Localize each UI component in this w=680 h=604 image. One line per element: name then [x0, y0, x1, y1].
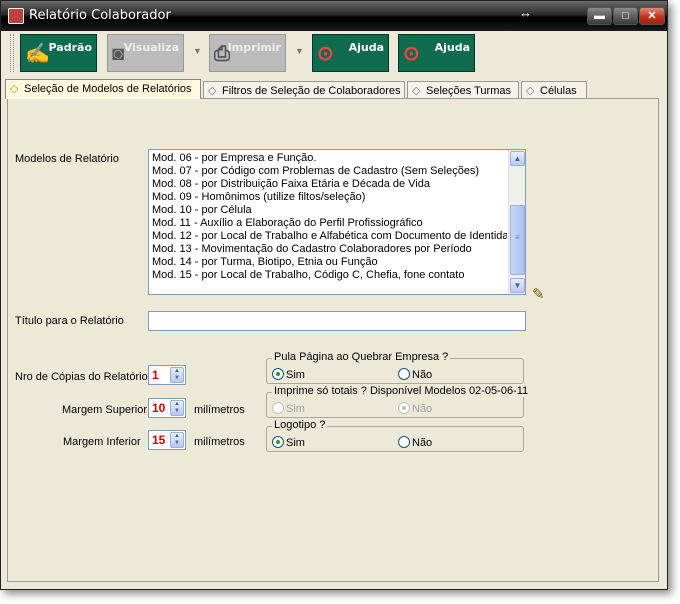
- page-break-no-radio[interactable]: Não: [398, 368, 432, 381]
- models-list: Mod. 06 - por Empresa e Função. Mod. 07 -…: [152, 152, 507, 282]
- logo-yes-radio[interactable]: Sim: [272, 436, 305, 449]
- list-item[interactable]: Mod. 11 - Auxílio a Elaboração do Perfil…: [152, 217, 507, 230]
- report-title-input[interactable]: [148, 311, 526, 331]
- top-margin-label: Margem Superior: [62, 404, 147, 416]
- tab-model-selection[interactable]: ◇ Seleção de Modelos de Relatórios: [5, 79, 201, 99]
- totals-only-no-radio[interactable]: Não: [398, 402, 432, 415]
- list-item[interactable]: Mod. 12 - por Local de Trabalho e Alfabé…: [152, 230, 507, 243]
- list-item[interactable]: Mod. 08 - por Distribuição Faixa Etária …: [152, 178, 507, 191]
- pen-icon: ✍: [25, 43, 50, 65]
- models-listbox[interactable]: Mod. 06 - por Empresa e Função. Mod. 07 -…: [148, 149, 526, 295]
- magnifier-help-icon: ⊙: [403, 43, 420, 65]
- models-label: Modelos de Relatório: [15, 153, 119, 165]
- spin-arrows-icon[interactable]: ▲ ▼: [170, 432, 184, 448]
- print-dropdown-icon[interactable]: ▼: [295, 46, 304, 56]
- toolbar: ✍ Padrão ◙ Visualiza ▼ ⎙ Imprimir ▼ ⊙ Aj…: [7, 32, 661, 76]
- totals-only-title: Imprime só totais ? Disponível Modelos 0…: [272, 385, 531, 397]
- tag-icon: ◇: [10, 83, 19, 95]
- copies-stepper[interactable]: 1 ▲ ▼: [148, 365, 186, 385]
- top-margin-unit: milímetros: [194, 404, 245, 416]
- bottom-margin-label: Margem Inferior: [63, 436, 141, 448]
- preview-dropdown-icon[interactable]: ▼: [193, 46, 202, 56]
- list-item[interactable]: Mod. 14 - por Turma, Biotipo, Etnia ou F…: [152, 256, 507, 269]
- list-item[interactable]: Mod. 06 - por Empresa e Função.: [152, 152, 507, 165]
- spin-arrows-icon[interactable]: ▲ ▼: [170, 367, 184, 383]
- camera-icon: ◙: [112, 43, 125, 65]
- tag-icon: ◇: [412, 85, 421, 97]
- page-break-yes-radio[interactable]: Sim: [272, 368, 305, 381]
- report-window: Relatório Colaborador ↔ ▬ □ ✕ ✍ Padrão ◙…: [0, 0, 668, 590]
- maximize-button[interactable]: □: [613, 7, 638, 25]
- tab-employee-filters[interactable]: ◇ Filtros de Seleção de Colaboradores: [203, 81, 405, 98]
- copies-label: Nro de Cópias do Relatório: [15, 371, 148, 383]
- logo-group: Logotipo ? Sim Não: [266, 419, 524, 452]
- page-break-group: Pula Página ao Quebrar Empresa ? Sim Não: [266, 351, 524, 384]
- list-item[interactable]: Mod. 10 - por Célula: [152, 204, 507, 217]
- bottom-margin-unit: milímetros: [194, 436, 245, 448]
- window-title: Relatório Colaborador: [29, 8, 171, 23]
- brush-icon[interactable]: ✎: [532, 285, 545, 303]
- top-margin-stepper[interactable]: 10 ▲ ▼: [148, 398, 186, 418]
- resize-arrows-icon: ↔: [519, 5, 532, 20]
- page-break-title: Pula Página ao Quebrar Empresa ?: [272, 351, 451, 363]
- tab-cells[interactable]: ◇ Células: [521, 81, 587, 98]
- radio-icon: [398, 436, 410, 448]
- list-item[interactable]: Mod. 07 - por Código com Problemas de Ca…: [152, 165, 507, 178]
- radio-icon: [272, 368, 284, 380]
- tab-class-selections[interactable]: ◇ Seleções Turmas: [407, 81, 519, 98]
- tag-icon: ◇: [208, 85, 217, 97]
- list-item[interactable]: Mod. 15 - por Local de Trabalho, Código …: [152, 269, 507, 282]
- models-scrollbar[interactable]: ▲ ≡ ▼: [508, 150, 525, 294]
- radio-icon: [272, 402, 284, 414]
- scroll-thumb[interactable]: ≡: [510, 205, 525, 275]
- preview-button[interactable]: ◙ Visualiza: [107, 34, 184, 72]
- toolbar-grip[interactable]: [10, 34, 14, 72]
- tab-strip: ◇ Seleção de Modelos de Relatórios ◇ Filtr…: [5, 79, 663, 99]
- radio-icon: [398, 368, 410, 380]
- print-button[interactable]: ⎙ Imprimir: [209, 34, 286, 72]
- close-button[interactable]: ✕: [639, 7, 665, 25]
- logo-title: Logotipo ?: [272, 419, 328, 431]
- radio-icon: [398, 402, 410, 414]
- list-item[interactable]: Mod. 09 - Homônimos (utilize filtos/sele…: [152, 191, 507, 204]
- radio-icon: [272, 436, 284, 448]
- tag-icon: ◇: [526, 85, 535, 97]
- spin-arrows-icon[interactable]: ▲ ▼: [170, 400, 184, 416]
- report-title-label: Título para o Relatório: [15, 315, 124, 327]
- default-button[interactable]: ✍ Padrão: [20, 34, 97, 72]
- minimize-button[interactable]: ▬: [587, 7, 612, 25]
- list-item[interactable]: Mod. 13 - Movimentação do Cadastro Colab…: [152, 243, 507, 256]
- scroll-up-icon[interactable]: ▲: [510, 151, 525, 166]
- tab-panel: Modelos de Relatório Mod. 06 - por Empre…: [7, 98, 659, 582]
- totals-only-group: Imprime só totais ? Disponível Modelos 0…: [266, 385, 531, 418]
- totals-only-yes-radio[interactable]: Sim: [272, 402, 305, 415]
- logo-no-radio[interactable]: Não: [398, 436, 432, 449]
- bottom-margin-stepper[interactable]: 15 ▲ ▼: [148, 430, 186, 450]
- help-button-2[interactable]: ⊙ Ajuda: [398, 34, 475, 72]
- scroll-down-icon[interactable]: ▼: [510, 278, 525, 293]
- title-bar[interactable]: Relatório Colaborador ↔ ▬ □ ✕: [1, 1, 667, 31]
- app-icon: [8, 8, 24, 24]
- help-button-1[interactable]: ⊙ Ajuda: [312, 34, 389, 72]
- magnifier-help-icon: ⊙: [317, 43, 334, 65]
